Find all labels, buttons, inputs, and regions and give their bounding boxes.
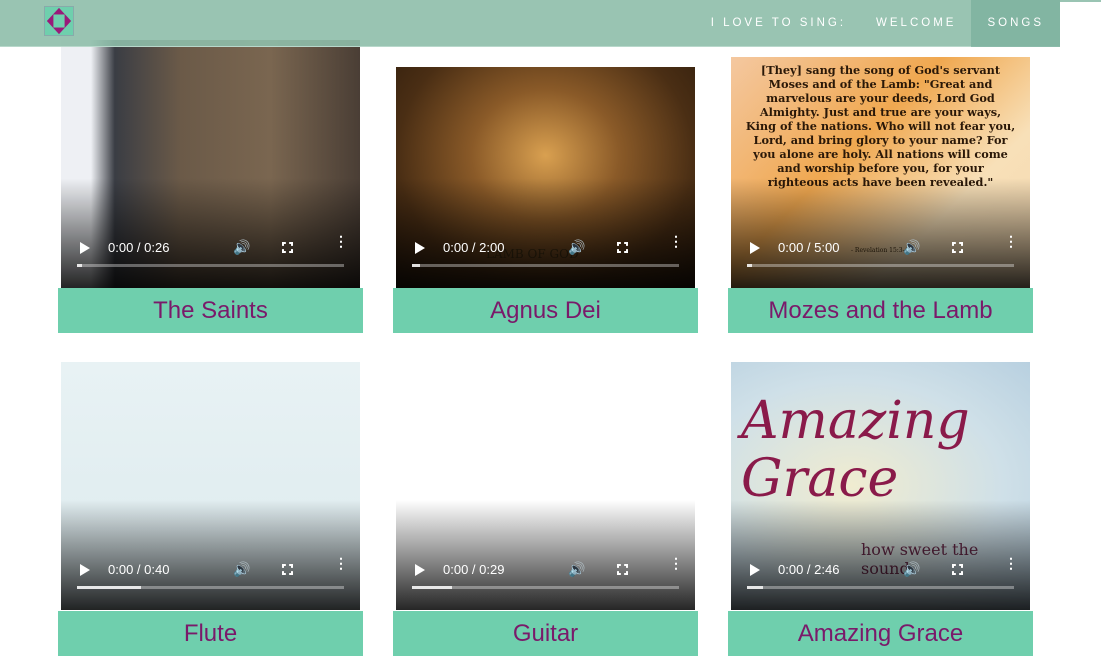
fullscreen-icon[interactable] — [617, 564, 628, 575]
video-time: 0:00 / 5:00 — [778, 240, 840, 255]
volume-icon[interactable]: 🔊 — [568, 561, 585, 578]
song-title[interactable]: Mozes and the Lamb — [728, 288, 1033, 333]
progress-bar[interactable] — [412, 264, 679, 267]
progress-buffered — [77, 586, 142, 589]
play-icon[interactable] — [750, 564, 760, 576]
site-header: I LOVE TO SING: WELCOME SONGS — [0, 0, 1060, 47]
video-overlay-text: [They] sang the song of God's servant Mo… — [745, 63, 1016, 189]
nav-welcome[interactable]: WELCOME — [861, 0, 971, 47]
video-player[interactable]: 0:00 / 0:29 🔊 ⋮ — [396, 362, 695, 610]
progress-buffered — [412, 586, 453, 589]
more-options-icon[interactable]: ⋮ — [1004, 556, 1018, 570]
nav-songs[interactable]: SONGS — [971, 0, 1060, 47]
song-title[interactable]: The Saints — [58, 288, 363, 333]
progress-bar[interactable] — [747, 264, 1014, 267]
play-icon[interactable] — [415, 242, 425, 254]
video-player[interactable]: Amazing Gracehow sweet the sound 0:00 / … — [731, 362, 1030, 610]
video-player[interactable]: 0:00 / 0:26 🔊 ⋮ — [61, 40, 360, 288]
video-overlay-text: Amazing Grace — [741, 391, 970, 509]
more-options-icon[interactable]: ⋮ — [334, 556, 348, 570]
progress-buffered — [77, 264, 83, 267]
video-time: 0:00 / 2:46 — [778, 562, 840, 577]
progress-bar[interactable] — [77, 586, 344, 589]
divider — [1060, 0, 1101, 2]
more-options-icon[interactable]: ⋮ — [1004, 234, 1018, 248]
more-options-icon[interactable]: ⋮ — [334, 234, 348, 248]
fullscreen-icon[interactable] — [282, 564, 293, 575]
main-nav: I LOVE TO SING: WELCOME SONGS — [696, 0, 1060, 47]
video-controls: 0:00 / 2:00 🔊 ⋮ — [396, 228, 695, 288]
song-title[interactable]: Agnus Dei — [393, 288, 698, 333]
more-options-icon[interactable]: ⋮ — [669, 234, 683, 248]
fullscreen-icon[interactable] — [617, 242, 628, 253]
video-player[interactable]: [They] sang the song of God's servant Mo… — [731, 57, 1030, 288]
progress-bar[interactable] — [412, 586, 679, 589]
song-title[interactable]: Flute — [58, 611, 363, 656]
video-controls: 0:00 / 0:40 🔊 ⋮ — [61, 550, 360, 610]
more-options-icon[interactable]: ⋮ — [669, 556, 683, 570]
progress-buffered — [412, 264, 420, 267]
progress-bar[interactable] — [77, 264, 344, 267]
video-time: 0:00 / 2:00 — [443, 240, 505, 255]
fullscreen-icon[interactable] — [282, 242, 293, 253]
video-controls: 0:00 / 0:29 🔊 ⋮ — [396, 550, 695, 610]
volume-icon[interactable]: 🔊 — [903, 561, 920, 578]
fullscreen-icon[interactable] — [952, 242, 963, 253]
play-icon[interactable] — [80, 564, 90, 576]
nav-site-title: I LOVE TO SING: — [710, 17, 847, 29]
logo-icon[interactable] — [44, 6, 74, 36]
volume-icon[interactable]: 🔊 — [903, 239, 920, 256]
fullscreen-icon[interactable] — [952, 564, 963, 575]
progress-buffered — [747, 264, 753, 267]
volume-icon[interactable]: 🔊 — [233, 561, 250, 578]
video-player[interactable]: 0:00 / 0:40 🔊 ⋮ — [61, 362, 360, 610]
video-controls: 0:00 / 0:26 🔊 ⋮ — [61, 228, 360, 288]
video-time: 0:00 / 0:26 — [108, 240, 170, 255]
song-title[interactable]: Amazing Grace — [728, 611, 1033, 656]
play-icon[interactable] — [80, 242, 90, 254]
progress-buffered — [747, 586, 764, 589]
song-title[interactable]: Guitar — [393, 611, 698, 656]
play-icon[interactable] — [750, 242, 760, 254]
video-player[interactable]: LAMB OF GOD 0:00 / 2:00 🔊 ⋮ — [396, 67, 695, 288]
volume-icon[interactable]: 🔊 — [568, 239, 585, 256]
volume-icon[interactable]: 🔊 — [233, 239, 250, 256]
play-icon[interactable] — [415, 564, 425, 576]
video-controls: 0:00 / 5:00 🔊 ⋮ — [731, 228, 1030, 288]
video-time: 0:00 / 0:29 — [443, 562, 505, 577]
video-time: 0:00 / 0:40 — [108, 562, 170, 577]
video-controls: 0:00 / 2:46 🔊 ⋮ — [731, 550, 1030, 610]
progress-bar[interactable] — [747, 586, 1014, 589]
